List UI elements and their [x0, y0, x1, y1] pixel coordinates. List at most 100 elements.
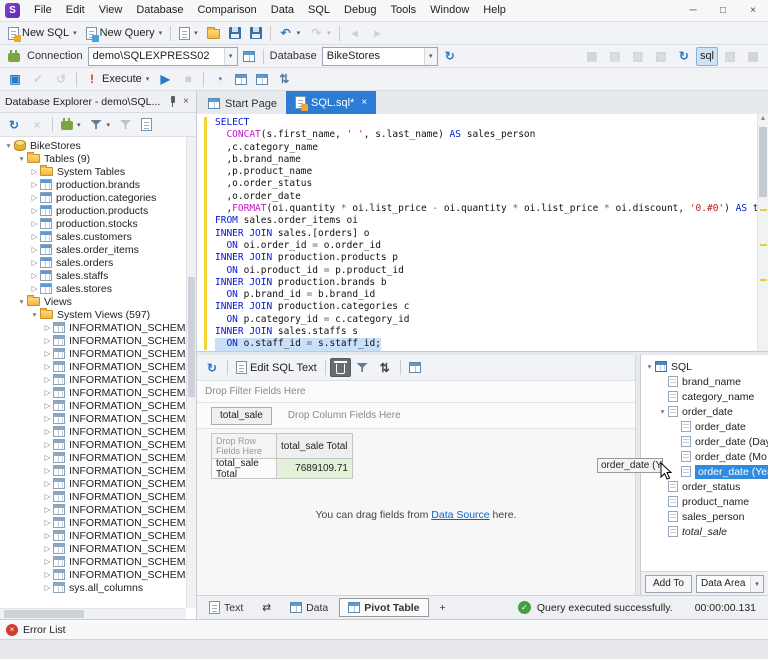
duplicate-object-button[interactable]	[137, 115, 156, 134]
tab-pivot-table-view[interactable]: Pivot Table	[339, 598, 428, 617]
open-file-button[interactable]	[203, 24, 224, 43]
refresh-database-button[interactable]: ↻	[439, 47, 461, 66]
tree-item-information-schema-tab[interactable]: ▷INFORMATION_SCHEMA.TAB	[0, 503, 186, 516]
close-button[interactable]: ×	[738, 0, 768, 21]
chevron-down-icon[interactable]: ▾	[77, 121, 81, 129]
chevron-down-icon[interactable]: ▾	[159, 29, 163, 37]
tree-item-information-schema-sec[interactable]: ▷INFORMATION_SCHEMA.SEC	[0, 490, 186, 503]
new-query-button[interactable]: New Query▾	[82, 24, 167, 43]
expander-icon[interactable]: ▷	[29, 219, 40, 228]
tree-item-product-name[interactable]: product_name	[641, 494, 768, 509]
expander-icon[interactable]: ▷	[42, 427, 53, 436]
tab-text-view[interactable]: Text	[201, 598, 251, 617]
error-list-bar[interactable]: × Error List	[0, 619, 768, 639]
expander-icon[interactable]: ▷	[42, 466, 53, 475]
menu-help[interactable]: Help	[476, 0, 513, 21]
chevron-down-icon[interactable]: ▾	[73, 29, 77, 37]
close-icon[interactable]: ×	[181, 96, 191, 107]
tree-item-information-schema-tab[interactable]: ▷INFORMATION_SCHEMA.TAB	[0, 529, 186, 542]
expander-icon[interactable]: ▷	[29, 245, 40, 254]
tree-item-views[interactable]: ▾Views	[0, 295, 186, 308]
chevron-down-icon[interactable]: ▾	[194, 29, 198, 37]
expander-icon[interactable]: ▷	[42, 518, 53, 527]
close-icon[interactable]: ×	[361, 97, 367, 108]
expander-icon[interactable]: ▷	[42, 544, 53, 553]
tree-item-sales-customers[interactable]: ▷sales.customers	[0, 230, 186, 243]
pivot-column-header[interactable]: total_sale Total	[277, 433, 353, 459]
begin-transaction-button[interactable]: ▣	[4, 70, 26, 89]
tree-item-information-schema-sch[interactable]: ▷INFORMATION_SCHEMA.SCH	[0, 477, 186, 490]
menu-comparison[interactable]: Comparison	[190, 0, 263, 21]
menu-edit[interactable]: Edit	[59, 0, 92, 21]
expander-icon[interactable]: ▷	[42, 570, 53, 579]
tree-item-information-schema-ref[interactable]: ▷INFORMATION_SCHEMA.REF	[0, 438, 186, 451]
target-area-combo[interactable]: Data Area ▾	[696, 575, 764, 593]
query-profiler-button[interactable]: ◔	[208, 70, 230, 89]
chevron-down-icon[interactable]: ▾	[327, 29, 331, 37]
undo-button[interactable]: ↶▾	[275, 24, 305, 43]
pivot-total-value[interactable]: 7689109.71	[277, 459, 353, 479]
tree-item-sales-stores[interactable]: ▷sales.stores	[0, 282, 186, 295]
tree-item-sales-staffs[interactable]: ▷sales.staffs	[0, 269, 186, 282]
execute-button[interactable]: !Execute▾	[81, 70, 153, 89]
tree-item-information-schema-rou[interactable]: ▷INFORMATION_SCHEMA.ROU	[0, 464, 186, 477]
expander-icon[interactable]: ▷	[42, 336, 53, 345]
swap-views-button[interactable]: ⇄	[254, 598, 279, 617]
menu-tools[interactable]: Tools	[383, 0, 423, 21]
tree-item-sys-all-columns[interactable]: ▷sys.all_columns	[0, 581, 186, 594]
tree-item-production-brands[interactable]: ▷production.brands	[0, 178, 186, 191]
tree-item-production-categories[interactable]: ▷production.categories	[0, 191, 186, 204]
explorer-vertical-scrollbar[interactable]	[186, 137, 196, 608]
tree-item-information-schema-dom[interactable]: ▷INFORMATION_SCHEMA.DOM	[0, 386, 186, 399]
chevron-down-icon[interactable]: ▾	[224, 48, 237, 65]
filter-button[interactable]	[352, 358, 373, 377]
tree-item-production-products[interactable]: ▷production.products	[0, 204, 186, 217]
explorer-horizontal-scrollbar[interactable]	[0, 608, 186, 619]
edit-connection-button[interactable]	[239, 47, 259, 66]
expander-icon[interactable]: ▾	[657, 407, 668, 416]
tree-item-information-schema-vie[interactable]: ▷INFORMATION_SCHEMA.VIE	[0, 568, 186, 581]
expander-icon[interactable]: ▷	[42, 375, 53, 384]
pivot-row-header[interactable]: total_sale Total	[211, 459, 277, 479]
expander-icon[interactable]: ▷	[29, 271, 40, 280]
refresh-pivot-button[interactable]: ↻	[201, 358, 223, 377]
tree-item-tables-9[interactable]: ▾Tables (9)	[0, 152, 186, 165]
chevron-down-icon[interactable]: ▾	[750, 576, 763, 592]
tree-item-information-schema-col[interactable]: ▷INFORMATION_SCHEMA.COL	[0, 347, 186, 360]
tab-start-page[interactable]: Start Page	[199, 93, 286, 114]
expander-icon[interactable]: ▷	[42, 479, 53, 488]
tree-item-order-date[interactable]: order_date	[641, 419, 768, 434]
delete-field-button[interactable]	[330, 358, 351, 377]
expander-icon[interactable]: ▷	[42, 440, 53, 449]
field-chip-total-sale[interactable]: total_sale	[211, 407, 272, 425]
expander-icon[interactable]: ▾	[29, 310, 40, 319]
tree-item-information-schema-col[interactable]: ▷INFORMATION_SCHEMA.COL	[0, 373, 186, 386]
new-connection-button[interactable]: ▾	[57, 115, 85, 134]
tree-item-sales-orders[interactable]: ▷sales.orders	[0, 256, 186, 269]
expander-icon[interactable]: ▷	[42, 492, 53, 501]
expander-icon[interactable]: ▷	[29, 206, 40, 215]
results-layout-button[interactable]	[252, 70, 272, 89]
row-drop-zone[interactable]: Drop Row Fields Here	[211, 433, 277, 459]
connection-combo[interactable]: demo\SQLEXPRESS02▾	[88, 47, 238, 66]
expander-icon[interactable]: ▷	[42, 401, 53, 410]
expander-icon[interactable]: ▷	[42, 388, 53, 397]
new-sql-button[interactable]: New SQL▾	[4, 24, 81, 43]
expander-icon[interactable]: ▾	[16, 297, 27, 306]
chevron-down-icon[interactable]: ▾	[424, 48, 437, 65]
maximize-button[interactable]: □	[708, 0, 738, 21]
expander-icon[interactable]: ▷	[29, 167, 40, 176]
tree-item-sales-order-items[interactable]: ▷sales.order_items	[0, 243, 186, 256]
tree-item-system-views-597[interactable]: ▾System Views (597)	[0, 308, 186, 321]
tree-item-information-schema-tab[interactable]: ▷INFORMATION_SCHEMA.TAB	[0, 516, 186, 529]
menu-database[interactable]: Database	[129, 0, 190, 21]
expander-icon[interactable]: ▷	[29, 180, 40, 189]
tree-item-system-tables[interactable]: ▷System Tables	[0, 165, 186, 178]
menu-data[interactable]: Data	[264, 0, 301, 21]
expander-icon[interactable]: ▷	[29, 284, 40, 293]
chevron-down-icon[interactable]: ▾	[297, 29, 301, 37]
chevron-down-icon[interactable]: ▾	[107, 121, 111, 129]
save-all-button[interactable]	[246, 24, 266, 43]
filter-drop-zone[interactable]: Drop Filter Fields Here	[197, 381, 635, 403]
tree-item-production-stocks[interactable]: ▷production.stocks	[0, 217, 186, 230]
